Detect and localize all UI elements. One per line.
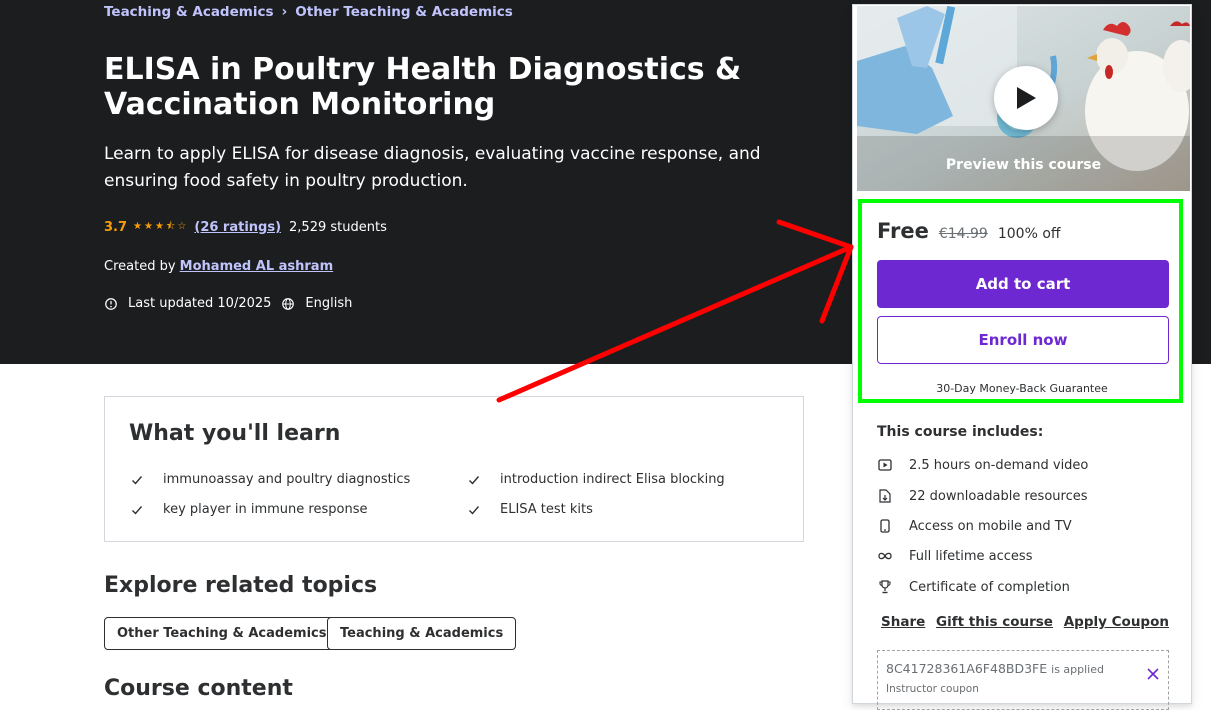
price-row: Free €14.99 100% off [877, 219, 1061, 243]
chevron-right-icon: › [281, 4, 288, 20]
play-button[interactable] [994, 66, 1058, 130]
learn-item-label: introduction indirect Elisa blocking [500, 472, 725, 487]
close-icon[interactable] [1146, 667, 1160, 681]
coupon-applied-label: is applied [1051, 663, 1104, 676]
video-icon [877, 457, 893, 473]
course-preview[interactable]: Preview this course [857, 6, 1190, 191]
check-icon [132, 475, 143, 485]
learn-item-label: key player in immune response [163, 502, 368, 517]
include-item: Certificate of completion [877, 579, 1070, 595]
sidebar-links: Share Gift this course Apply Coupon [881, 614, 1169, 630]
course-content-title: Course content [104, 676, 293, 701]
money-back-guarantee: 30-Day Money-Back Guarantee [936, 382, 1108, 395]
include-item: Full lifetime access [877, 548, 1032, 564]
share-link[interactable]: Share [881, 614, 925, 630]
original-price: €14.99 [938, 226, 988, 242]
alert-badge-icon [105, 297, 117, 310]
include-item-label: Access on mobile and TV [909, 518, 1072, 534]
created-by-label: Created by [104, 259, 176, 274]
include-item-label: Full lifetime access [909, 548, 1033, 564]
star-rating-icon: ★★★⯪☆ [133, 221, 189, 232]
applied-coupon-box: 8C41728361A6F48BD3FE is applied Instruct… [877, 650, 1169, 710]
instructor-link[interactable]: Mohamed AL ashram [180, 259, 333, 274]
include-item-label: 2.5 hours on-demand video [909, 457, 1089, 473]
include-item-label: Certificate of completion [909, 579, 1070, 595]
learn-item: immunoassay and poultry diagnostics [131, 472, 410, 487]
learn-item: key player in immune response [131, 502, 367, 517]
check-icon [469, 475, 480, 485]
breadcrumb-item-teaching-academics[interactable]: Teaching & Academics [104, 4, 273, 20]
infinity-icon [877, 548, 893, 564]
coupon-code: 8C41728361A6F48BD3FE [886, 661, 1048, 676]
learn-title: What you'll learn [129, 421, 341, 446]
learn-item-label: immunoassay and poultry diagnostics [163, 472, 411, 487]
course-title: ELISA in Poultry Health Diagnostics & Va… [104, 52, 742, 122]
students-count: 2,529 students [289, 220, 387, 235]
purchase-sidebar: Preview this course Free €14.99 100% off… [852, 4, 1192, 710]
trophy-icon [877, 579, 893, 595]
breadcrumb: Teaching & Academics › Other Teaching & … [104, 4, 513, 20]
apply-coupon-link[interactable]: Apply Coupon [1064, 614, 1169, 630]
discount-label: 100% off [997, 226, 1061, 242]
current-price: Free [877, 219, 929, 243]
globe-icon [282, 297, 295, 310]
learn-item: introduction indirect Elisa blocking [468, 472, 725, 487]
gift-course-link[interactable]: Gift this course [936, 614, 1053, 630]
include-item: Access on mobile and TV [877, 518, 1072, 534]
topic-teaching-academics[interactable]: Teaching & Academics [327, 617, 517, 650]
check-icon [469, 505, 480, 515]
course-meta: Last updated 10/2025 English [104, 296, 352, 311]
enroll-now-button[interactable]: Enroll now [877, 316, 1169, 364]
preview-label: Preview this course [945, 157, 1102, 173]
coupon-type-label: Instructor coupon [886, 683, 979, 695]
ratings-count-link[interactable]: (26 ratings) [194, 220, 281, 235]
add-to-cart-button[interactable]: Add to cart [877, 260, 1169, 308]
include-item: 22 downloadable resources [877, 488, 1088, 504]
rating-value: 3.7 [104, 220, 128, 235]
breadcrumb-item-other-teaching[interactable]: Other Teaching & Academics [295, 4, 513, 20]
what-youll-learn-box: What you'll learn immunoassay and poultr… [104, 396, 804, 542]
play-icon [1017, 87, 1036, 109]
course-subtitle: Learn to apply ELISA for disease diagnos… [104, 144, 761, 191]
coupon-code-row: 8C41728361A6F48BD3FE is applied [886, 661, 1104, 676]
last-updated: Last updated 10/2025 [128, 296, 272, 311]
explore-title: Explore related topics [104, 573, 378, 598]
learn-item: ELISA test kits [468, 502, 593, 517]
topic-other-teaching[interactable]: Other Teaching & Academics [104, 617, 340, 650]
includes-title: This course includes: [877, 424, 1044, 440]
language: English [305, 296, 353, 311]
include-item-label: 22 downloadable resources [909, 488, 1088, 504]
created-by: Created by Mohamed AL ashram [104, 259, 333, 274]
rating-row: 3.7 ★★★⯪☆ (26 ratings) 2,529 students [104, 219, 387, 236]
learn-item-label: ELISA test kits [500, 502, 593, 517]
download-file-icon [877, 488, 893, 504]
include-item: 2.5 hours on-demand video [877, 457, 1088, 473]
check-icon [132, 505, 143, 515]
mobile-icon [877, 518, 893, 534]
